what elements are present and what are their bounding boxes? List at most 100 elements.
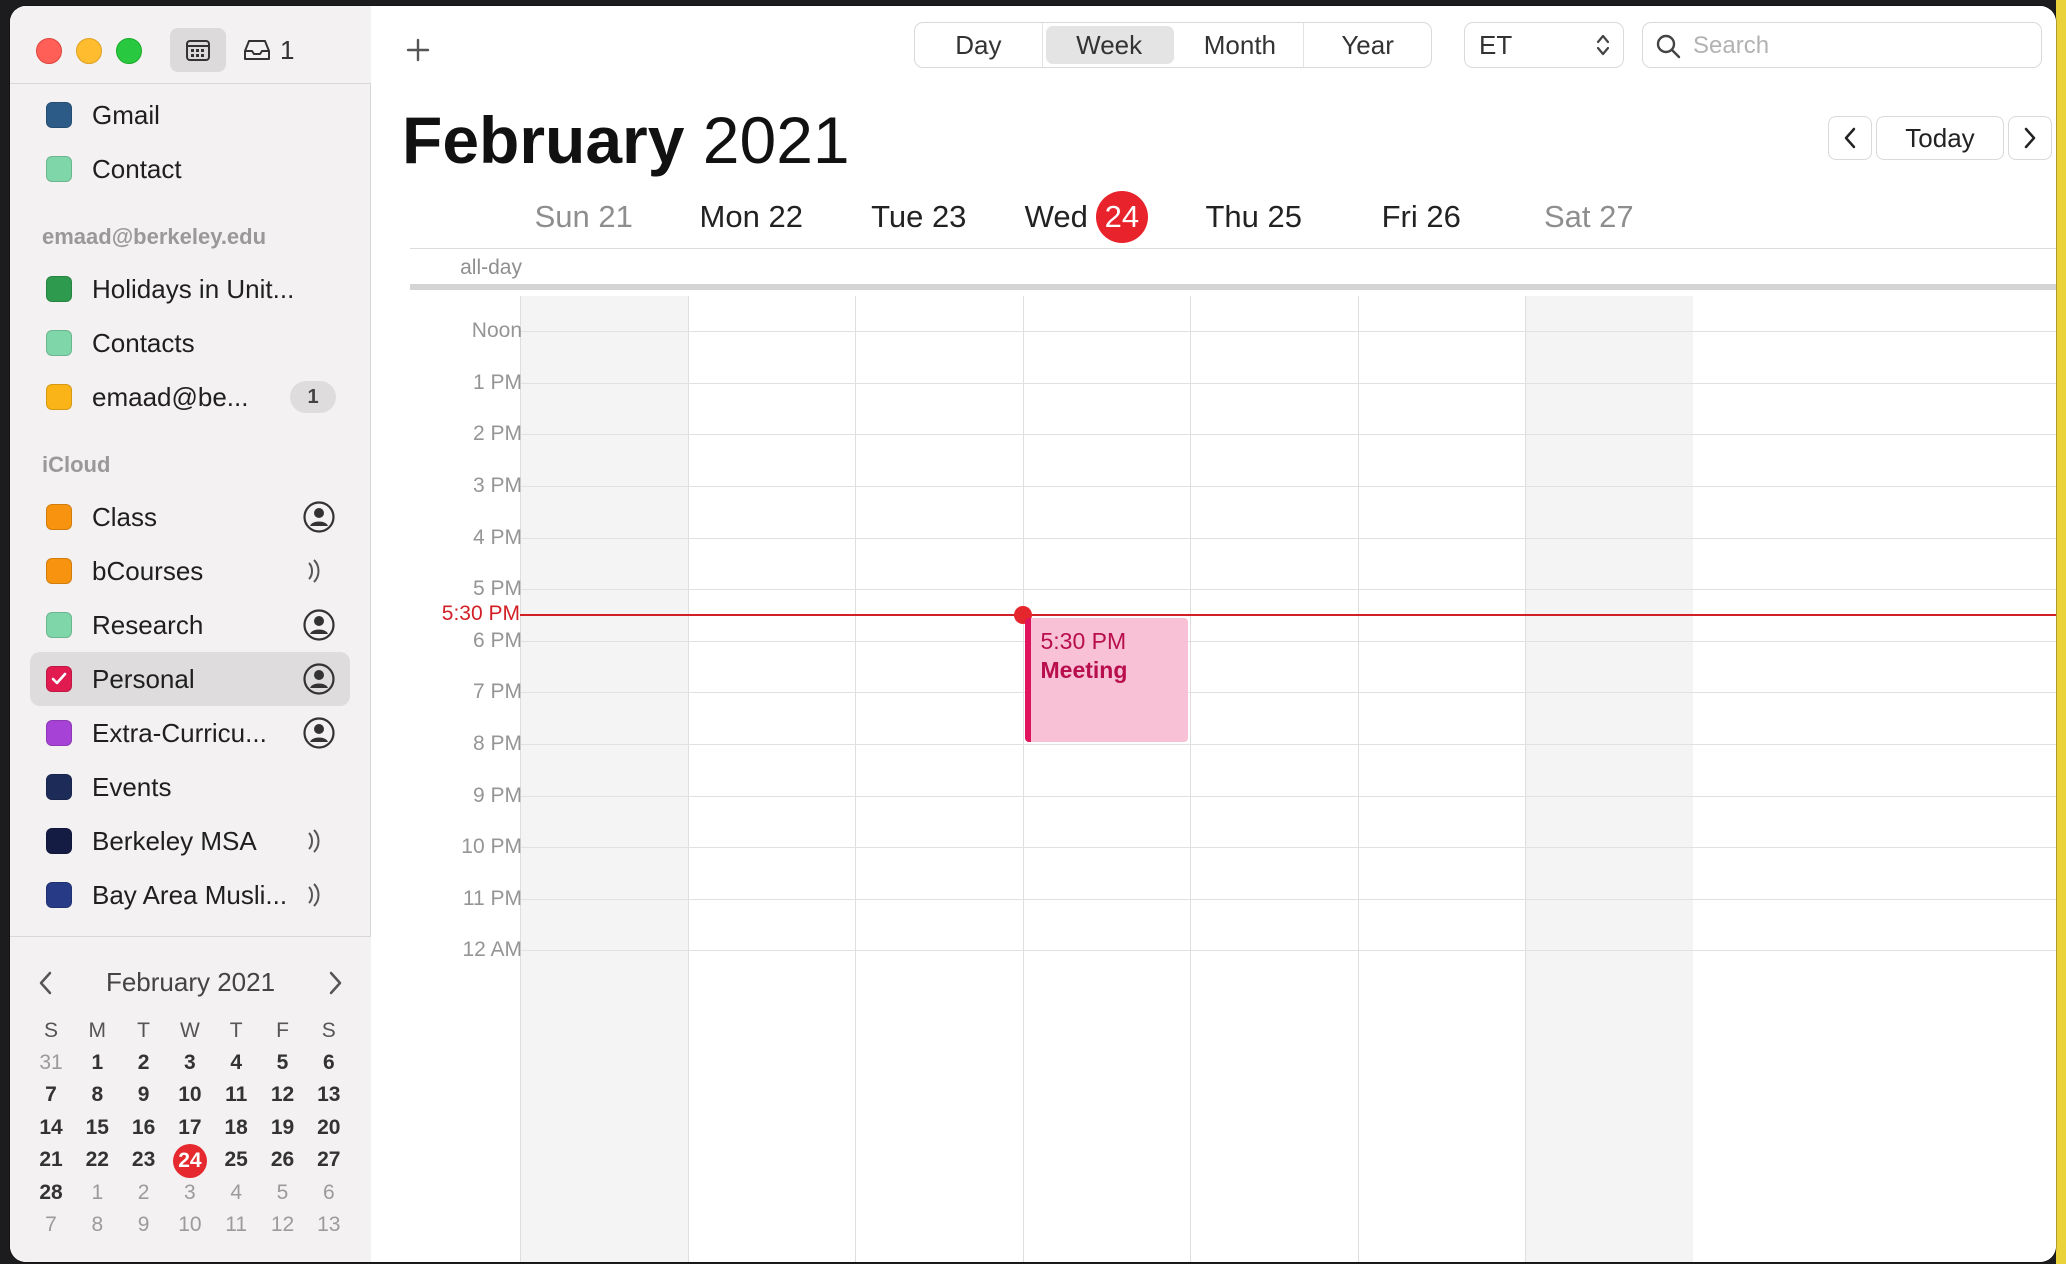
day-column[interactable]: [855, 296, 1023, 1262]
view-tab-month[interactable]: Month: [1177, 23, 1305, 67]
calendar-color-checkbox[interactable]: [46, 828, 72, 854]
calendar-item[interactable]: Personal: [30, 652, 350, 706]
all-day-row[interactable]: [410, 248, 2056, 290]
mini-day[interactable]: 31: [28, 1047, 74, 1079]
calendar-color-checkbox[interactable]: [46, 720, 72, 746]
mini-day[interactable]: 23: [121, 1144, 167, 1176]
calendar-item[interactable]: Contacts: [30, 316, 350, 370]
day-header[interactable]: Fri 26: [1328, 186, 1516, 248]
day-header[interactable]: Sun 21: [490, 186, 678, 248]
mini-day[interactable]: 17: [167, 1112, 213, 1144]
mini-day[interactable]: 6: [306, 1177, 352, 1209]
mini-day[interactable]: 11: [213, 1209, 259, 1241]
calendar-color-checkbox[interactable]: [46, 558, 72, 584]
mini-day[interactable]: 4: [213, 1047, 259, 1079]
shared-person-icon[interactable]: [302, 500, 336, 534]
mini-day[interactable]: 13: [306, 1209, 352, 1241]
day-column[interactable]: [1357, 296, 1526, 1262]
mini-day[interactable]: 1: [74, 1047, 120, 1079]
calendar-item[interactable]: Gmail: [30, 88, 350, 142]
mini-day[interactable]: 4: [213, 1177, 259, 1209]
day-column[interactable]: [1190, 296, 1358, 1262]
mini-day[interactable]: 8: [74, 1079, 120, 1111]
minimize-window-button[interactable]: [76, 38, 102, 64]
calendar-color-checkbox[interactable]: [46, 882, 72, 908]
week-time-grid[interactable]: 10 AM11 AMNoon1 PM2 PM3 PM4 PM5 PM6 PM7 …: [372, 296, 2056, 1262]
day-header[interactable]: Mon 22: [658, 186, 846, 248]
mini-day[interactable]: 15: [74, 1112, 120, 1144]
calendar-color-checkbox[interactable]: [46, 774, 72, 800]
mini-day[interactable]: 3: [167, 1047, 213, 1079]
mini-day[interactable]: 28: [28, 1177, 74, 1209]
day-header[interactable]: Sat 27: [1495, 186, 1683, 248]
mini-day[interactable]: 12: [260, 1079, 306, 1111]
calendar-item[interactable]: Research: [30, 598, 350, 652]
calendar-item[interactable]: Berkeley MSA: [30, 814, 350, 868]
view-tab-day[interactable]: Day: [915, 23, 1043, 67]
day-column[interactable]: [687, 296, 856, 1262]
previous-week-button[interactable]: [1828, 116, 1872, 160]
mini-day[interactable]: 5: [260, 1177, 306, 1209]
calendar-item[interactable]: Bay Area Musli...: [30, 868, 350, 922]
mini-day[interactable]: 8: [74, 1209, 120, 1241]
mini-day[interactable]: 5: [260, 1047, 306, 1079]
calendar-item[interactable]: Extra-Curricu...: [30, 706, 350, 760]
mini-day[interactable]: 18: [213, 1112, 259, 1144]
shared-person-icon[interactable]: [302, 716, 336, 750]
search-input[interactable]: [1693, 29, 2033, 63]
mini-day[interactable]: 7: [28, 1209, 74, 1241]
add-event-button[interactable]: [396, 30, 440, 70]
mini-day[interactable]: 9: [121, 1209, 167, 1241]
today-button[interactable]: Today: [1876, 116, 2004, 160]
view-tab-year[interactable]: Year: [1304, 23, 1431, 67]
close-window-button[interactable]: [36, 38, 62, 64]
timezone-select[interactable]: ET: [1464, 22, 1624, 68]
calendar-item[interactable]: Holidays in Unit...: [30, 262, 350, 316]
calendar-item[interactable]: bCourses: [30, 544, 350, 598]
calendar-color-checkbox[interactable]: [46, 102, 72, 128]
mini-day[interactable]: 27: [306, 1144, 352, 1176]
calendar-item[interactable]: Class: [30, 490, 350, 544]
calendar-color-checkbox[interactable]: [46, 276, 72, 302]
mini-day[interactable]: 10: [167, 1079, 213, 1111]
zoom-window-button[interactable]: [116, 38, 142, 64]
search-field[interactable]: [1642, 22, 2042, 68]
day-column[interactable]: [520, 296, 688, 1262]
calendar-color-checkbox[interactable]: [46, 384, 72, 410]
mini-day[interactable]: 26: [260, 1144, 306, 1176]
mini-day[interactable]: 14: [28, 1112, 74, 1144]
mini-day[interactable]: 21: [28, 1144, 74, 1176]
mini-day[interactable]: 16: [121, 1112, 167, 1144]
calendar-item[interactable]: Contact: [30, 142, 350, 196]
view-tab-week[interactable]: Week: [1045, 26, 1174, 64]
day-column[interactable]: [1525, 296, 1693, 1262]
shared-person-icon[interactable]: [302, 608, 336, 642]
mini-day[interactable]: 11: [213, 1079, 259, 1111]
mini-day[interactable]: 2: [121, 1177, 167, 1209]
calendar-color-checkbox[interactable]: [46, 330, 72, 356]
mini-day[interactable]: 12: [260, 1209, 306, 1241]
calendar-item[interactable]: emaad@be... 1: [30, 370, 350, 424]
mini-next-month-icon[interactable]: [325, 969, 345, 997]
calendar-color-checkbox[interactable]: [46, 612, 72, 638]
day-header[interactable]: Thu 25: [1160, 186, 1348, 248]
calendar-color-checkbox[interactable]: [46, 504, 72, 530]
day-column[interactable]: [1022, 296, 1191, 1262]
mini-day[interactable]: 7: [28, 1079, 74, 1111]
next-week-button[interactable]: [2008, 116, 2052, 160]
calendar-item[interactable]: Events: [30, 760, 350, 814]
mini-day[interactable]: 19: [260, 1112, 306, 1144]
event-block[interactable]: 5:30 PM Meeting: [1024, 618, 1188, 742]
mini-day[interactable]: 13: [306, 1079, 352, 1111]
calendar-checkbox-checked[interactable]: [46, 666, 72, 692]
mini-day[interactable]: 3: [167, 1177, 213, 1209]
mini-day[interactable]: 25: [213, 1144, 259, 1176]
calendar-list-toggle-button[interactable]: [170, 28, 226, 72]
mini-day[interactable]: 9: [121, 1079, 167, 1111]
mini-day[interactable]: 1: [74, 1177, 120, 1209]
inbox-button[interactable]: 1: [242, 28, 294, 72]
mini-day[interactable]: 6: [306, 1047, 352, 1079]
mini-day-today[interactable]: 24: [167, 1144, 213, 1179]
mini-day[interactable]: 20: [306, 1112, 352, 1144]
mini-day[interactable]: 10: [167, 1209, 213, 1241]
